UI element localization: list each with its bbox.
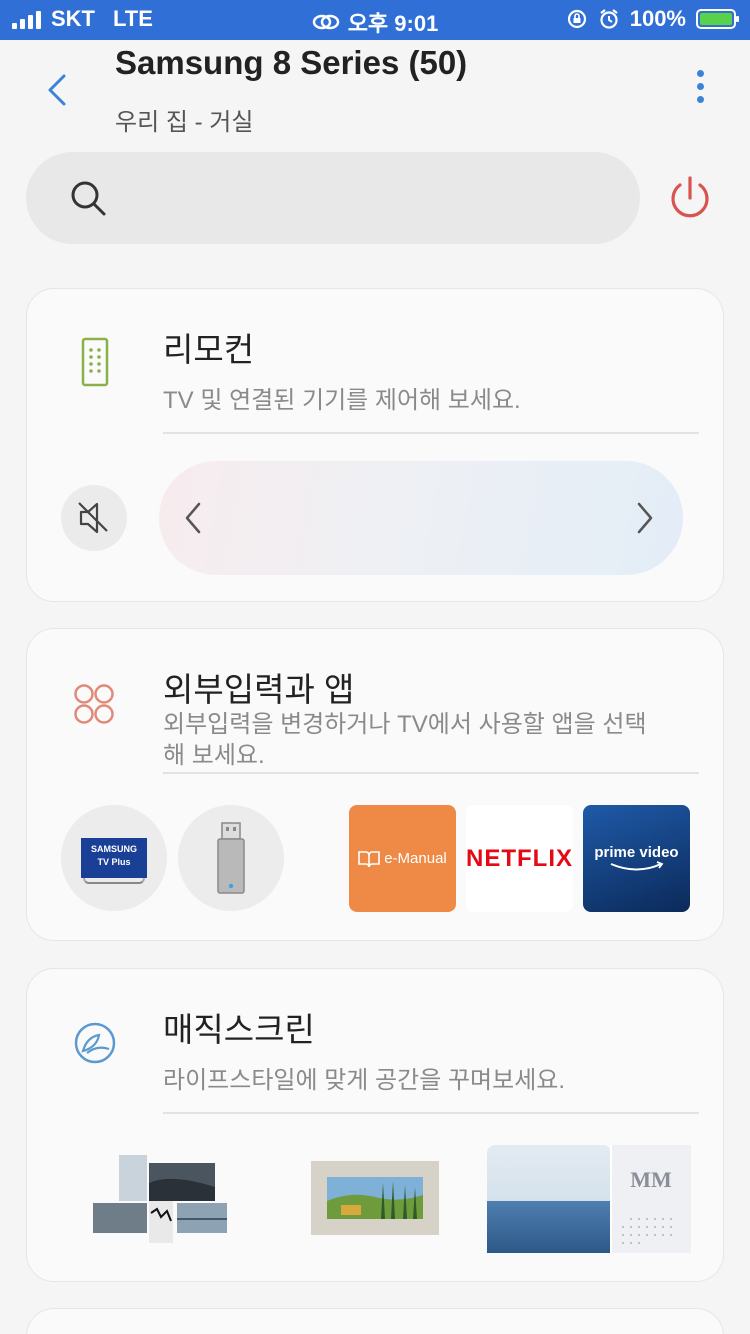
magic-screen-icon <box>74 1022 116 1064</box>
next-card-partial[interactable] <box>26 1308 724 1334</box>
back-button[interactable] <box>40 70 76 110</box>
magic-thumb-seascape[interactable]: MM <box>487 1145 691 1253</box>
app-netflix[interactable]: NETFLIX <box>466 805 573 912</box>
clock-label: 오후 9:01 <box>347 11 439 36</box>
mute-button[interactable] <box>61 485 127 551</box>
battery-label: 100% <box>629 6 686 31</box>
divider <box>163 432 699 434</box>
more-dot <box>696 70 704 77</box>
device-title: Samsung 8 Series (50) <box>115 44 468 81</box>
header: Samsung 8 Series (50) 우리 집 - 거실 <box>0 40 750 140</box>
app-label: e-Manual <box>384 850 447 867</box>
remote-icon <box>81 337 109 387</box>
logo-text-samsung: SAMSUNG <box>90 844 137 854</box>
amazon-smile-icon <box>610 861 663 871</box>
source-samsung-tv-plus[interactable]: SAMSUNG TV Plus <box>61 805 167 911</box>
channel-up-button[interactable] <box>629 498 659 538</box>
link-icon <box>312 14 339 30</box>
samsung-tv-plus-logo: SAMSUNG TV Plus <box>81 838 147 878</box>
mute-icon <box>78 502 108 534</box>
input-card-title: 외부입력과 앱 <box>163 671 355 708</box>
magic-thumb-text: MM <box>630 1167 672 1192</box>
magic-thumb-collage[interactable] <box>91 1153 231 1245</box>
battery-icon <box>696 9 739 29</box>
rotation-lock-icon <box>567 9 586 29</box>
status-right: 100% <box>566 6 739 32</box>
channel-control[interactable] <box>159 461 683 575</box>
status-bar: SKT LTE 오후 9:01 100% <box>0 0 750 40</box>
prime-video-logo: prime video <box>594 844 679 861</box>
magic-screen-card[interactable]: 매직스크린 라이프스타일에 맞게 공간을 꾸며보세요. MM <box>26 968 724 1282</box>
search-icon <box>71 181 106 216</box>
channel-down-button[interactable] <box>179 498 209 538</box>
remote-card[interactable]: 리모컨 TV 및 연결된 기기를 제어해 보세요. <box>26 288 724 602</box>
magic-card-title: 매직스크린 <box>163 1011 315 1048</box>
apps-icon <box>74 684 114 724</box>
usb-drive-icon <box>217 822 245 894</box>
power-button[interactable] <box>664 173 716 225</box>
more-options-button[interactable] <box>690 70 710 110</box>
app-e-manual[interactable]: e-Manual <box>349 805 456 912</box>
magic-card-description: 라이프스타일에 맞게 공간을 꾸며보세요. <box>163 1067 566 1094</box>
remote-card-title: 리모컨 <box>163 331 255 368</box>
tv-stand-icon <box>83 878 145 884</box>
app-prime-video[interactable]: prime video <box>583 805 690 912</box>
divider <box>163 772 699 774</box>
magic-thumb-landscape[interactable] <box>311 1161 439 1235</box>
source-usb[interactable] <box>178 805 284 911</box>
alarm-icon <box>600 9 618 29</box>
remote-card-description: TV 및 연결된 기기를 제어해 보세요. <box>163 387 521 414</box>
device-location: 우리 집 - 거실 <box>115 109 254 136</box>
input-apps-card[interactable]: 외부입력과 앱 외부입력을 변경하거나 TV에서 사용할 앱을 선택해 보세요.… <box>26 628 724 941</box>
input-card-description: 외부입력을 변경하거나 TV에서 사용할 앱을 선택해 보세요. <box>163 711 647 769</box>
search-input[interactable] <box>126 172 606 224</box>
divider <box>163 1112 699 1114</box>
more-dot <box>696 96 704 103</box>
more-dot <box>696 83 704 90</box>
search-bar[interactable] <box>26 152 640 244</box>
logo-text-tvplus: TV Plus <box>97 857 131 867</box>
book-icon <box>358 850 381 867</box>
netflix-logo: NETFLIX <box>466 844 573 872</box>
